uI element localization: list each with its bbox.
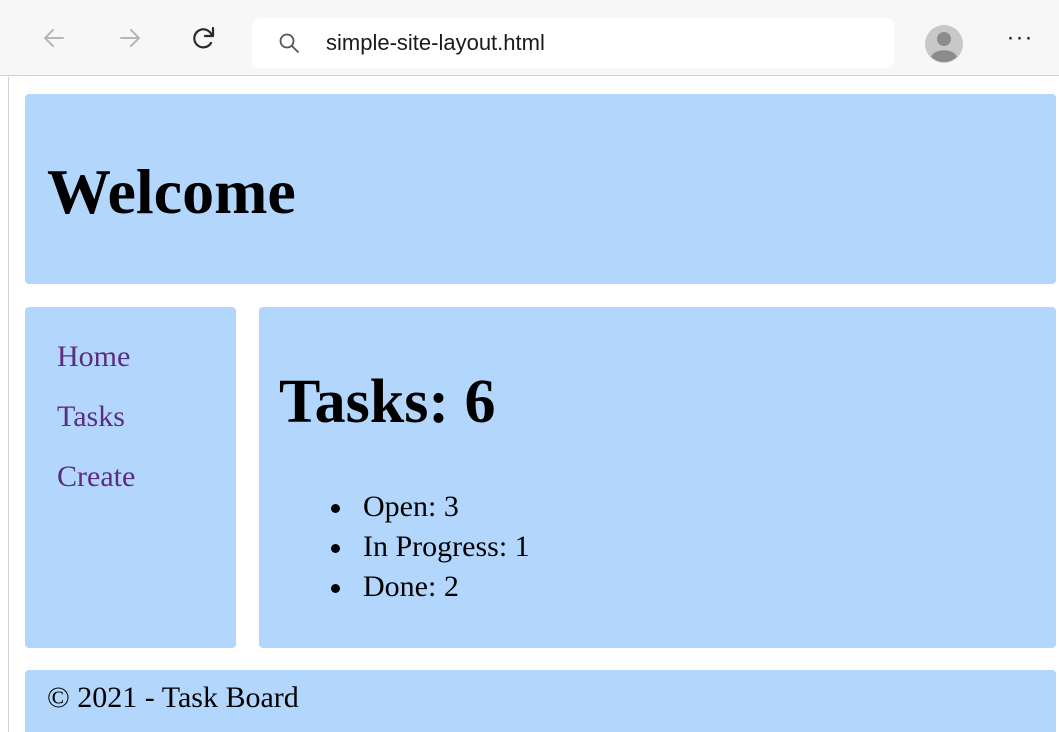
back-button[interactable]: [40, 24, 68, 52]
browser-toolbar: simple-site-layout.html ···: [0, 0, 1059, 76]
user-avatar-icon: [925, 25, 963, 63]
arrow-right-icon: [120, 29, 140, 47]
forward-button[interactable]: [116, 24, 144, 52]
address-text: simple-site-layout.html: [326, 30, 545, 55]
main-content: Tasks: 6 Open: 3 In Progress: 1 Done: 2: [259, 307, 1056, 648]
footer-text: © 2021 - Task Board: [47, 681, 299, 714]
header: Welcome: [25, 94, 1056, 284]
sidebar: Home Tasks Create: [25, 307, 236, 648]
page-viewport: Welcome Home Tasks Create Tasks: 6 Open:…: [8, 77, 1059, 732]
sidebar-item-home[interactable]: Home: [57, 339, 130, 375]
sidebar-item-create[interactable]: Create: [57, 459, 135, 495]
profile-button[interactable]: [924, 24, 964, 64]
more-horizontal-icon: ···: [1006, 24, 1034, 51]
reload-button[interactable]: [190, 24, 218, 52]
footer: © 2021 - Task Board: [25, 670, 1056, 732]
status-list: Open: 3 In Progress: 1 Done: 2: [331, 487, 530, 607]
list-item: Open: 3: [331, 487, 530, 527]
page-title: Welcome: [47, 156, 296, 227]
list-item: Done: 2: [331, 567, 530, 607]
arrow-left-icon: [44, 29, 64, 47]
sidebar-item-tasks[interactable]: Tasks: [57, 399, 125, 435]
reload-icon: [193, 26, 215, 49]
list-item: In Progress: 1: [331, 527, 530, 567]
address-bar[interactable]: simple-site-layout.html: [252, 18, 894, 68]
search-icon: [279, 33, 299, 53]
more-menu-button[interactable]: ···: [1004, 26, 1036, 56]
tasks-heading: Tasks: 6: [279, 368, 496, 436]
